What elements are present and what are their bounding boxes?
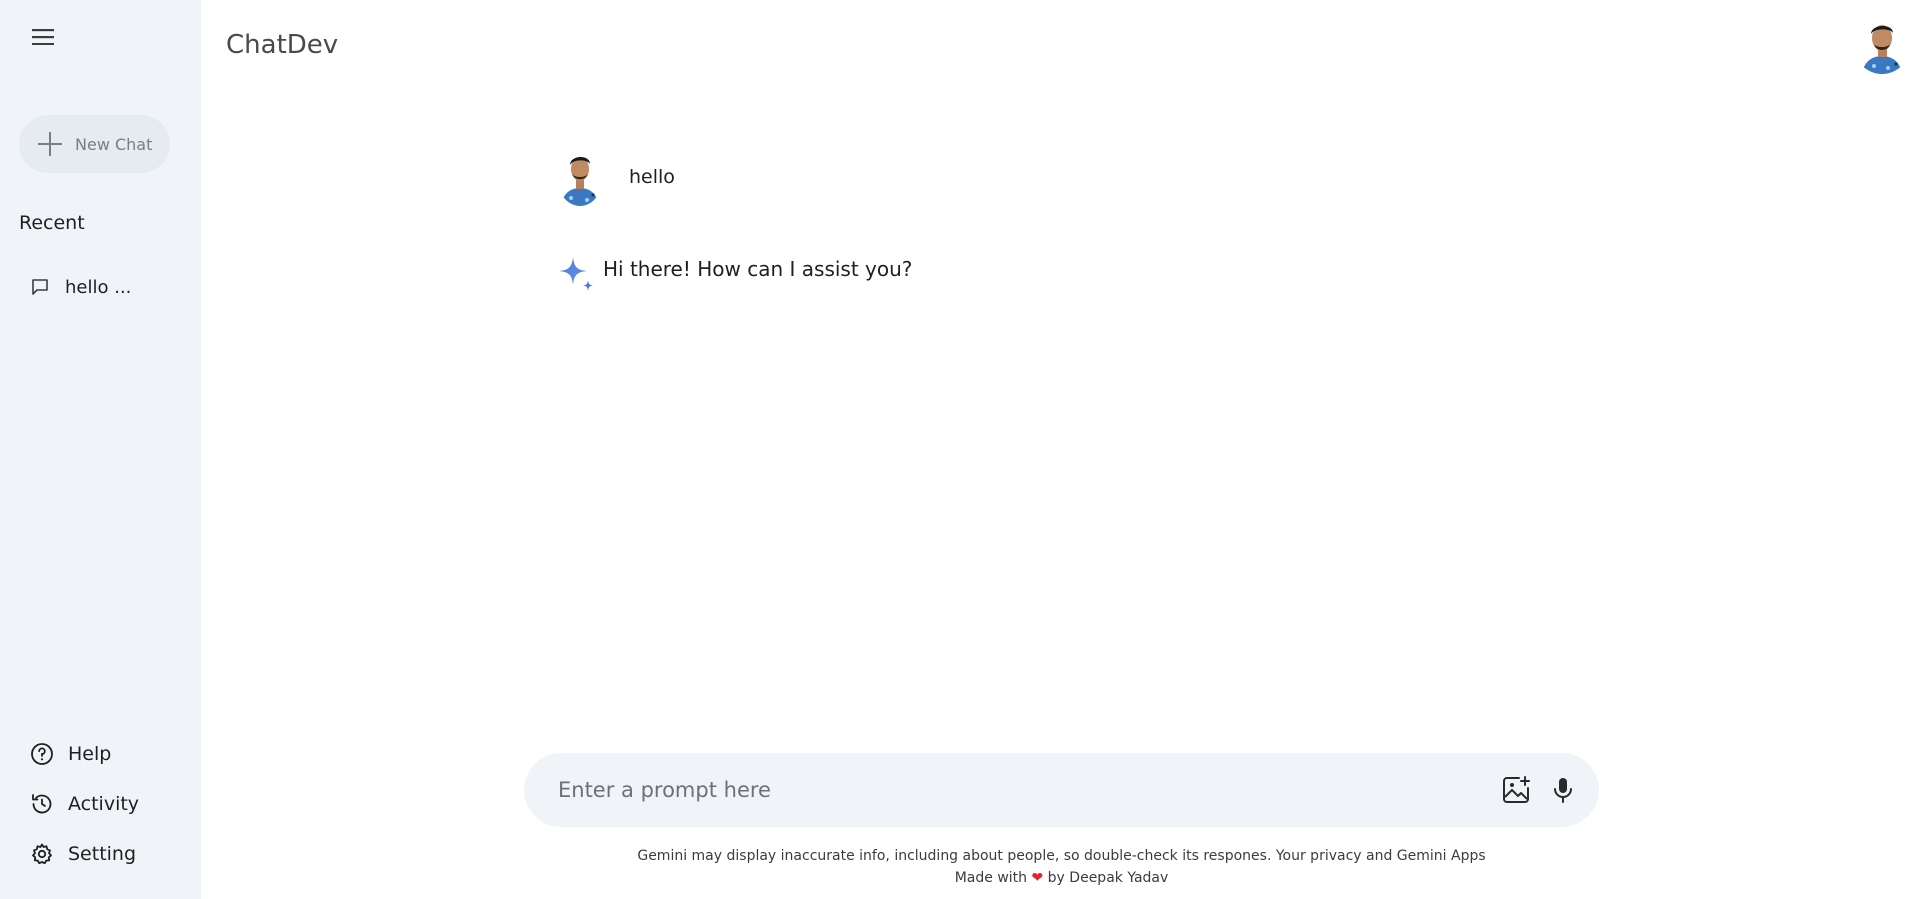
- app-title: ChatDev: [226, 30, 339, 60]
- footer-made-with: Made with: [954, 870, 1028, 886]
- footer: Gemini may display inaccurate info, incl…: [524, 845, 1599, 889]
- user-message-avatar: [557, 148, 603, 206]
- new-chat-button[interactable]: New Chat: [19, 115, 170, 173]
- bot-message-text: Hi there! How can I assist you?: [603, 257, 913, 281]
- sidebar-item-help-label: Help: [68, 743, 112, 765]
- new-chat-label: New Chat: [75, 134, 153, 154]
- sidebar: New Chat Recent hello ... Help Activity: [0, 0, 201, 899]
- app: New Chat Recent hello ... Help Activity: [0, 0, 1913, 899]
- prompt-input[interactable]: [558, 778, 1501, 802]
- recent-chat-label: hello ...: [65, 276, 132, 298]
- menu-button[interactable]: [24, 22, 62, 52]
- plus-icon: [38, 132, 62, 156]
- sidebar-item-activity[interactable]: Activity: [30, 789, 139, 819]
- sidebar-item-activity-label: Activity: [68, 793, 140, 815]
- avatar-image: [1854, 18, 1910, 74]
- user-message: hello: [557, 148, 675, 206]
- recent-title: Recent: [19, 212, 85, 234]
- user-avatar[interactable]: [1854, 18, 1910, 74]
- image-upload-button[interactable]: [1501, 775, 1531, 805]
- sidebar-item-help[interactable]: Help: [30, 739, 111, 769]
- main-area: ChatDev hello Hi there! How can I assist…: [201, 0, 1913, 899]
- footer-disclaimer: Gemini may display inaccurate info, incl…: [637, 848, 1486, 864]
- history-icon: [32, 794, 52, 814]
- prompt-actions: [1501, 775, 1575, 805]
- prompt-bar: [524, 753, 1599, 827]
- footer-credit: Made with ❤ by Deepak Yadav: [524, 867, 1599, 889]
- microphone-icon: [1554, 778, 1572, 803]
- chat-bubble-icon: [32, 279, 48, 295]
- bot-message: Hi there! How can I assist you?: [557, 255, 912, 295]
- footer-author: by Deepak Yadav: [1047, 870, 1169, 886]
- sidebar-item-setting-label: Setting: [68, 843, 137, 865]
- gemini-sparkle-icon: [559, 257, 593, 291]
- add-image-icon: [1503, 776, 1530, 803]
- microphone-button[interactable]: [1551, 776, 1575, 804]
- hamburger-menu-icon: [32, 29, 54, 45]
- help-circle-icon: [31, 743, 53, 765]
- sidebar-item-setting[interactable]: Setting: [30, 839, 136, 869]
- user-message-text: hello: [629, 166, 675, 188]
- gear-icon: [32, 843, 52, 865]
- recent-chat-item[interactable]: hello ...: [24, 272, 131, 302]
- heart-icon: ❤: [1031, 870, 1044, 886]
